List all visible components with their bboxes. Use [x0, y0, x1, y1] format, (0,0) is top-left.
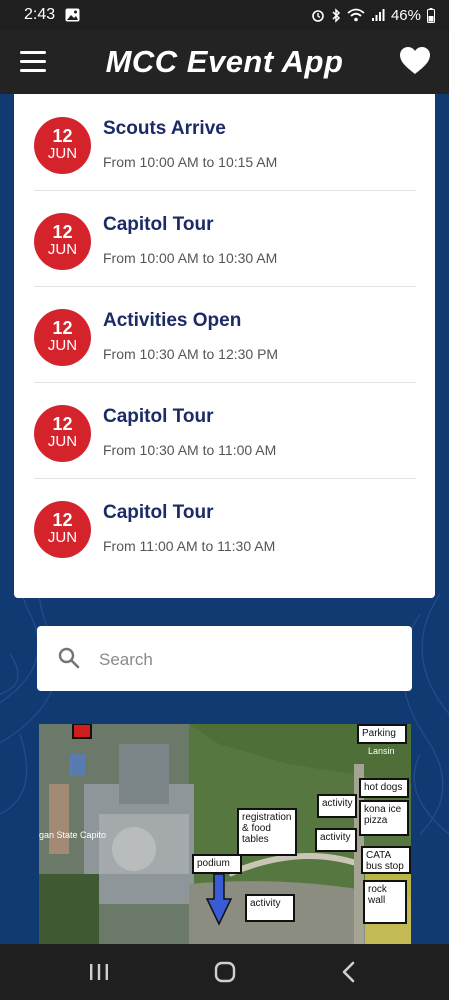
date-day: 12	[52, 222, 73, 242]
app-title: MCC Event App	[105, 44, 344, 79]
map-label-rock-wall: rock wall	[363, 880, 407, 924]
status-time: 2:43	[24, 6, 56, 23]
map-label-capitol: gan State Capito	[39, 830, 107, 840]
date-badge: 12 JUN	[34, 117, 91, 174]
map-label-cata-bus-stop: CATA bus stop	[361, 846, 411, 874]
home-icon[interactable]	[210, 960, 240, 984]
map-label-podium: podium	[192, 854, 242, 874]
date-day: 12	[52, 126, 73, 146]
event-time: From 10:30 AM to 12:30 PM	[103, 346, 279, 362]
date-badge: 12 JUN	[34, 501, 91, 558]
map-label-activity-3: activity	[245, 894, 295, 922]
event-item[interactable]: 12 JUN Capitol Tour From 10:00 AM to 10:…	[34, 190, 416, 287]
search-input[interactable]	[97, 626, 401, 693]
event-time: From 11:00 AM to 11:30 AM	[103, 538, 276, 554]
date-badge: 12 JUN	[34, 213, 91, 270]
events-list: 12 JUN Scouts Arrive From 10:00 AM to 10…	[14, 94, 435, 598]
date-day: 12	[52, 318, 73, 338]
date-month: JUN	[47, 145, 78, 162]
date-month: JUN	[47, 337, 78, 354]
alarm-icon	[312, 10, 324, 22]
signal-icon	[371, 9, 385, 21]
app-bar: MCC Event App	[0, 30, 449, 94]
date-badge: 12 JUN	[34, 405, 91, 462]
event-title: Capitol Tour	[103, 214, 214, 235]
map-label-parking: Parking	[357, 724, 407, 744]
search-box[interactable]	[37, 626, 412, 693]
date-day: 12	[52, 510, 73, 530]
map-label-activity-2: activity	[315, 828, 357, 852]
status-bar: 2:43 46%	[0, 0, 449, 30]
main-content[interactable]: 12 JUN Scouts Arrive From 10:00 AM to 10…	[0, 94, 449, 944]
recent-apps-icon[interactable]	[84, 960, 114, 984]
map-label-lansing: Lansin	[368, 746, 395, 756]
event-item[interactable]: 12 JUN Activities Open From 10:30 AM to …	[34, 286, 416, 383]
event-time: From 10:00 AM to 10:15 AM	[103, 154, 278, 170]
date-day: 12	[52, 414, 73, 434]
bluetooth-icon	[332, 7, 341, 23]
event-item[interactable]: 12 JUN Capitol Tour From 11:00 AM to 11:…	[34, 478, 416, 574]
map-label-kona-ice: kona ice pizza	[359, 800, 409, 836]
date-badge: 12 JUN	[34, 309, 91, 366]
event-title: Capitol Tour	[103, 502, 214, 523]
venue-map[interactable]: Parking Lansin hot dogs kona ice pizza a…	[39, 724, 411, 944]
date-month: JUN	[47, 241, 78, 258]
event-item[interactable]: 12 JUN Capitol Tour From 10:30 AM to 11:…	[34, 382, 416, 479]
search-icon	[58, 647, 80, 669]
map-label-registration: registration & food tables	[237, 808, 297, 856]
date-month: JUN	[47, 529, 78, 546]
event-time: From 10:00 AM to 10:30 AM	[103, 250, 278, 266]
battery-icon	[427, 7, 435, 23]
back-icon[interactable]	[334, 960, 364, 984]
battery-percent: 46%	[390, 6, 421, 24]
map-label-hot-dogs: hot dogs	[359, 778, 409, 798]
event-time: From 10:30 AM to 11:00 AM	[103, 442, 277, 458]
wifi-icon	[347, 8, 365, 22]
date-month: JUN	[47, 433, 78, 450]
event-title: Scouts Arrive	[103, 118, 226, 139]
event-title: Activities Open	[103, 310, 242, 331]
event-title: Capitol Tour	[103, 406, 214, 427]
system-navigation-bar	[0, 944, 449, 1000]
image-notification-icon	[65, 8, 80, 22]
event-item[interactable]: 12 JUN Scouts Arrive From 10:00 AM to 10…	[34, 94, 416, 191]
map-label-activity-1: activity	[317, 794, 357, 818]
heart-icon[interactable]	[399, 46, 431, 76]
